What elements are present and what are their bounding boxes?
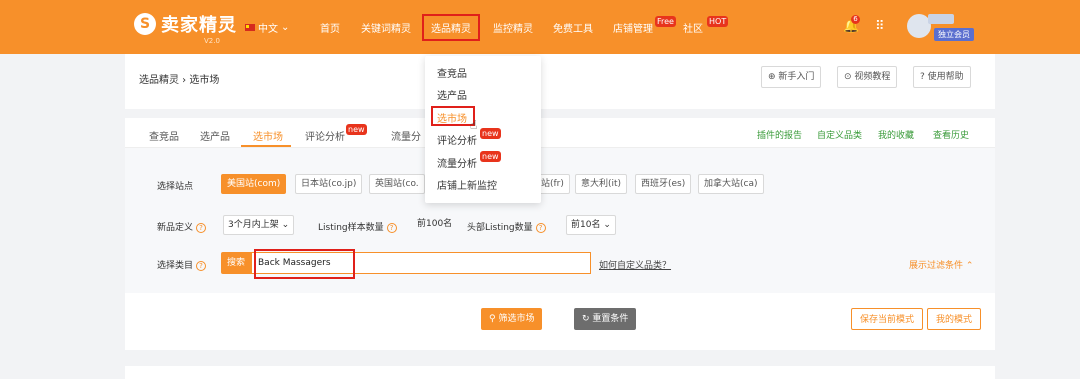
language-selector[interactable]: 中文 ⌄ <box>245 20 289 35</box>
new-badge: new <box>346 124 367 135</box>
my-favorites-link[interactable]: 我的收藏 <box>878 128 914 141</box>
tab-review-analysis[interactable]: 评论分析 <box>305 128 345 143</box>
active-tab-indicator <box>241 145 291 147</box>
nav-community[interactable]: 社区 <box>683 20 703 35</box>
custom-category-help-link[interactable]: 如何自定义品类？ <box>599 258 671 271</box>
logo-version: V2.0 <box>204 37 220 45</box>
results-panel <box>125 366 995 379</box>
tab-bar: 查竞品 选产品 选市场 评论分析 new 流量分 插件的报告 自定义品类 我的收… <box>125 118 995 148</box>
listing-sample-label: Listing样本数量? <box>318 220 397 233</box>
new-product-label: 新品定义? <box>157 220 207 233</box>
beginner-button[interactable]: ⊕ 新手入门 <box>761 66 822 88</box>
hot-badge: HOT <box>707 16 729 27</box>
site-label: 选择站点 <box>157 182 194 192</box>
nav-product-selection[interactable]: 选品精灵 <box>422 14 480 41</box>
compass-icon: ⊕ <box>768 72 779 82</box>
expand-filters-toggle[interactable]: 展示过滤条件 ⌃ <box>909 258 973 271</box>
site-jp[interactable]: 日本站(co.jp) <box>295 174 363 194</box>
free-badge: Free <box>655 16 676 27</box>
new-badge: new <box>480 128 501 139</box>
notification-count: 6 <box>851 15 860 24</box>
category-label: 选择类目? <box>157 258 207 271</box>
highlight-box <box>254 249 355 279</box>
main-panel: 查竞品 选产品 选市场 评论分析 new 流量分 插件的报告 自定义品类 我的收… <box>125 118 995 350</box>
site-it[interactable]: 意大利(it) <box>575 174 628 194</box>
plugin-report-link[interactable]: 插件的报告 <box>757 128 802 141</box>
chevron-down-icon: ⌄ <box>281 22 290 33</box>
menu-item-products[interactable]: 选产品 <box>437 87 467 102</box>
logo-mark: S <box>134 13 156 35</box>
question-icon[interactable]: ? <box>386 223 397 233</box>
china-flag-icon <box>245 24 255 31</box>
new-product-select[interactable]: 3个月内上架 ⌄ <box>223 215 295 235</box>
site-ca[interactable]: 加拿大站(ca) <box>698 174 764 194</box>
listing-sample-select[interactable]: 前100名 <box>413 215 456 235</box>
product-selection-dropdown: 查竞品 选产品 选市场 ☝ 评论分析 new 流量分析 new 店铺上新监控 <box>425 56 541 203</box>
search-button[interactable]: 搜索 <box>221 252 251 274</box>
tab-markets[interactable]: 选市场 <box>253 128 283 143</box>
menu-item-review-analysis[interactable]: 评论分析 <box>437 132 477 147</box>
site-es[interactable]: 西班牙(es) <box>635 174 692 194</box>
new-badge: new <box>480 151 501 162</box>
member-badge: 独立会员 <box>934 28 974 41</box>
head-listing-select[interactable]: 前10名 ⌄ <box>566 215 616 235</box>
tab-products[interactable]: 选产品 <box>200 128 230 143</box>
question-icon: ? <box>920 72 928 82</box>
nav-keyword[interactable]: 关键词精灵 <box>361 20 411 35</box>
filter-market-button[interactable]: ⚲ 筛选市场 <box>481 308 543 330</box>
reset-button[interactable]: ↻ 重置条件 <box>574 308 637 330</box>
my-mode-button[interactable]: 我的模式 <box>927 308 982 330</box>
breadcrumb-bar: 选品精灵 › 选市场 ⊕ 新手入门 ⊙ 视频教程 ? 使用帮助 <box>125 54 995 109</box>
top-navbar: S 卖家精灵 V2.0 中文 ⌄ 首页 关键词精灵 选品精灵 监控精灵 免费工具… <box>0 0 1080 54</box>
username-blurred <box>928 14 954 24</box>
question-icon[interactable]: ? <box>196 223 207 233</box>
nav-home[interactable]: 首页 <box>320 20 340 35</box>
menu-item-store-monitor[interactable]: 店铺上新监控 <box>437 177 497 192</box>
tab-competitors[interactable]: 查竞品 <box>149 128 179 143</box>
site-uk[interactable]: 英国站(co. <box>369 174 425 194</box>
play-icon: ⊙ <box>844 72 855 82</box>
site-us[interactable]: 美国站(com) <box>221 174 287 194</box>
pointer-cursor-icon: ☝ <box>470 118 478 132</box>
nav-monitor[interactable]: 监控精灵 <box>493 20 533 35</box>
menu-item-traffic-analysis[interactable]: 流量分析 <box>437 155 477 170</box>
apps-grid-icon[interactable]: ⠿ <box>875 19 885 34</box>
video-tutorial-button[interactable]: ⊙ 视频教程 <box>837 66 898 88</box>
logo[interactable]: S 卖家精灵 V2.0 <box>134 11 237 45</box>
custom-category-link[interactable]: 自定义品类 <box>817 128 862 141</box>
head-listing-label: 头部Listing数量? <box>467 220 546 233</box>
language-label: 中文 <box>258 24 278 35</box>
tab-traffic[interactable]: 流量分 <box>391 128 421 143</box>
nav-free-tools[interactable]: 免费工具 <box>553 20 593 35</box>
logo-text: 卖家精灵 <box>161 15 237 36</box>
refresh-icon: ↻ <box>582 314 593 324</box>
menu-item-competitors[interactable]: 查竞品 <box>437 65 467 80</box>
nav-shop-manage[interactable]: 店铺管理 <box>613 20 653 35</box>
breadcrumb: 选品精灵 › 选市场 <box>139 75 220 86</box>
help-button[interactable]: ? 使用帮助 <box>913 66 971 88</box>
save-mode-button[interactable]: 保存当前模式 <box>851 308 924 330</box>
history-link[interactable]: 查看历史 <box>933 128 969 141</box>
highlight-box <box>431 106 475 126</box>
question-icon[interactable]: ? <box>535 223 546 233</box>
question-icon[interactable]: ? <box>196 261 207 271</box>
